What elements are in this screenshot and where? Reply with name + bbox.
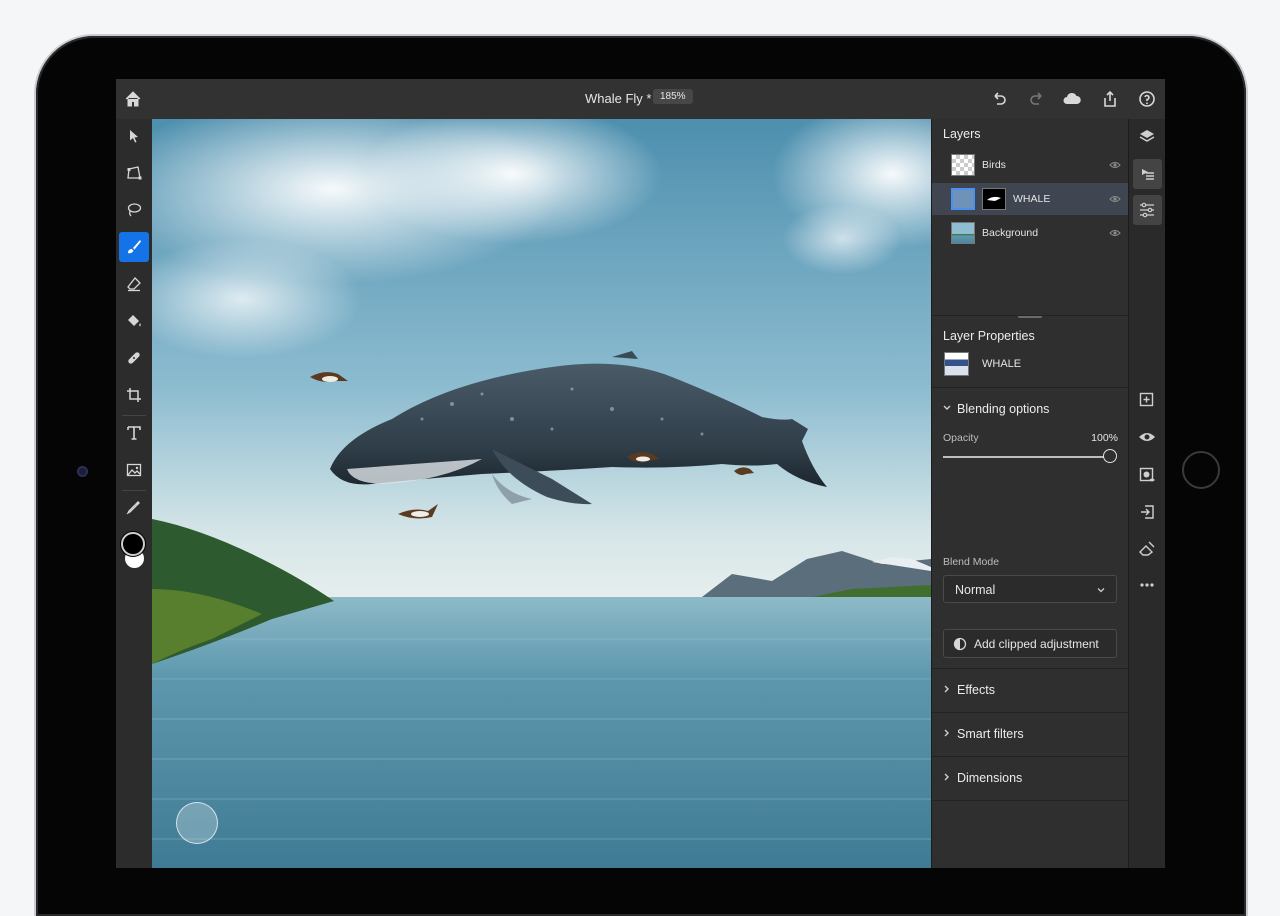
adjustment-icon: [953, 637, 967, 651]
panel-divider: [932, 315, 1129, 316]
chevron-right-icon: [944, 685, 949, 693]
transform-tool-icon[interactable]: [119, 158, 149, 188]
layer-row-whale[interactable]: WHALE: [932, 183, 1129, 215]
layer-thumbnail: [951, 188, 975, 210]
help-icon[interactable]: [1137, 89, 1157, 109]
layer-name: Background: [982, 227, 1039, 239]
blend-mode-label: Blend Mode: [943, 556, 1000, 568]
dimensions-label: Dimensions: [957, 771, 1023, 785]
brush-tool-icon[interactable]: [119, 232, 149, 262]
toolbar-divider: [122, 415, 146, 416]
eyedropper-tool-icon[interactable]: [119, 492, 149, 522]
opacity-value: 100%: [1091, 432, 1118, 444]
import-icon[interactable]: [1137, 502, 1157, 522]
layer-thumbnail: [951, 222, 975, 244]
add-clipped-adjustment-label: Add clipped adjustment: [974, 637, 1099, 651]
layers-icon[interactable]: [1137, 127, 1157, 147]
layer-row-birds[interactable]: Birds: [932, 149, 1129, 181]
visibility-eye-icon[interactable]: [1109, 227, 1121, 239]
layer-name: Birds: [982, 159, 1006, 171]
cloud-icon[interactable]: [1062, 89, 1082, 109]
effects-label: Effects: [957, 683, 995, 697]
opacity-slider-track[interactable]: [943, 456, 1111, 458]
layers-properties-panel: Layers Birds WHALE Background Layer Prop…: [931, 119, 1129, 868]
dimensions-section[interactable]: Dimensions: [932, 756, 1129, 800]
tools-toolbar: [116, 119, 152, 868]
redo-icon[interactable]: [1027, 89, 1047, 109]
layer-properties-title: Layer Properties: [943, 329, 1035, 343]
share-icon[interactable]: [1100, 89, 1120, 109]
visibility-eye-icon[interactable]: [1109, 159, 1121, 171]
layers-panel-title: Layers: [943, 127, 981, 141]
eraser-layer-icon[interactable]: [1137, 539, 1157, 559]
right-toolbar: [1128, 119, 1165, 868]
layer-row-background[interactable]: Background: [932, 217, 1129, 249]
blend-mode-value: Normal: [955, 583, 996, 597]
panel-divider: [932, 800, 1129, 801]
document-canvas[interactable]: [152, 119, 931, 868]
touch-shortcut-button[interactable]: [176, 802, 218, 844]
home-hardware-button[interactable]: [1182, 451, 1220, 489]
visibility-icon[interactable]: [1137, 427, 1157, 447]
chevron-down-icon[interactable]: [942, 402, 952, 414]
layer-thumbnail: [951, 154, 975, 176]
select-tool-icon[interactable]: [119, 121, 149, 151]
chevron-right-icon: [944, 773, 949, 781]
toolbar-divider: [122, 490, 146, 491]
visibility-eye-icon[interactable]: [1109, 193, 1121, 205]
foreground-color-swatch[interactable]: [121, 532, 145, 556]
fill-tool-icon[interactable]: [119, 306, 149, 336]
layer-properties-name: WHALE: [982, 358, 1022, 370]
undo-icon[interactable]: [989, 89, 1009, 109]
document-title: Whale Fly *: [585, 91, 652, 106]
healing-tool-icon[interactable]: [119, 343, 149, 373]
layer-mask-thumbnail[interactable]: [982, 188, 1006, 210]
more-icon[interactable]: [1137, 575, 1157, 595]
camera-icon: [77, 466, 88, 477]
layer-properties-icon[interactable]: [1137, 164, 1157, 184]
layer-properties-thumbnail: [944, 352, 969, 376]
mask-icon[interactable]: [1137, 465, 1157, 485]
smart-filters-section[interactable]: Smart filters: [932, 712, 1129, 756]
type-tool-icon[interactable]: [119, 418, 149, 448]
add-clipped-adjustment-button[interactable]: Add clipped adjustment: [943, 629, 1117, 658]
chevron-right-icon: [944, 729, 949, 737]
smart-filters-label: Smart filters: [957, 727, 1024, 741]
chevron-down-icon: [1097, 588, 1105, 593]
app-screen: Whale Fly * 185% Layers Birds WHALE Back…: [116, 79, 1165, 868]
opacity-label: Opacity: [943, 432, 979, 444]
top-bar: Whale Fly * 185%: [116, 79, 1165, 119]
home-icon[interactable]: [123, 89, 143, 109]
blend-mode-select[interactable]: Normal: [943, 575, 1117, 603]
add-layer-icon[interactable]: [1137, 390, 1157, 410]
opacity-slider-thumb[interactable]: [1103, 449, 1117, 463]
layer-name: WHALE: [1013, 193, 1051, 205]
zoom-level-badge[interactable]: 185%: [653, 89, 693, 104]
whale-composite-image: [152, 119, 931, 868]
place-image-tool-icon[interactable]: [119, 455, 149, 485]
effects-section[interactable]: Effects: [932, 668, 1129, 712]
crop-tool-icon[interactable]: [119, 380, 149, 410]
eraser-tool-icon[interactable]: [119, 269, 149, 299]
adjustments-icon[interactable]: [1137, 200, 1157, 220]
blending-options-title[interactable]: Blending options: [957, 402, 1049, 416]
lasso-tool-icon[interactable]: [119, 195, 149, 225]
